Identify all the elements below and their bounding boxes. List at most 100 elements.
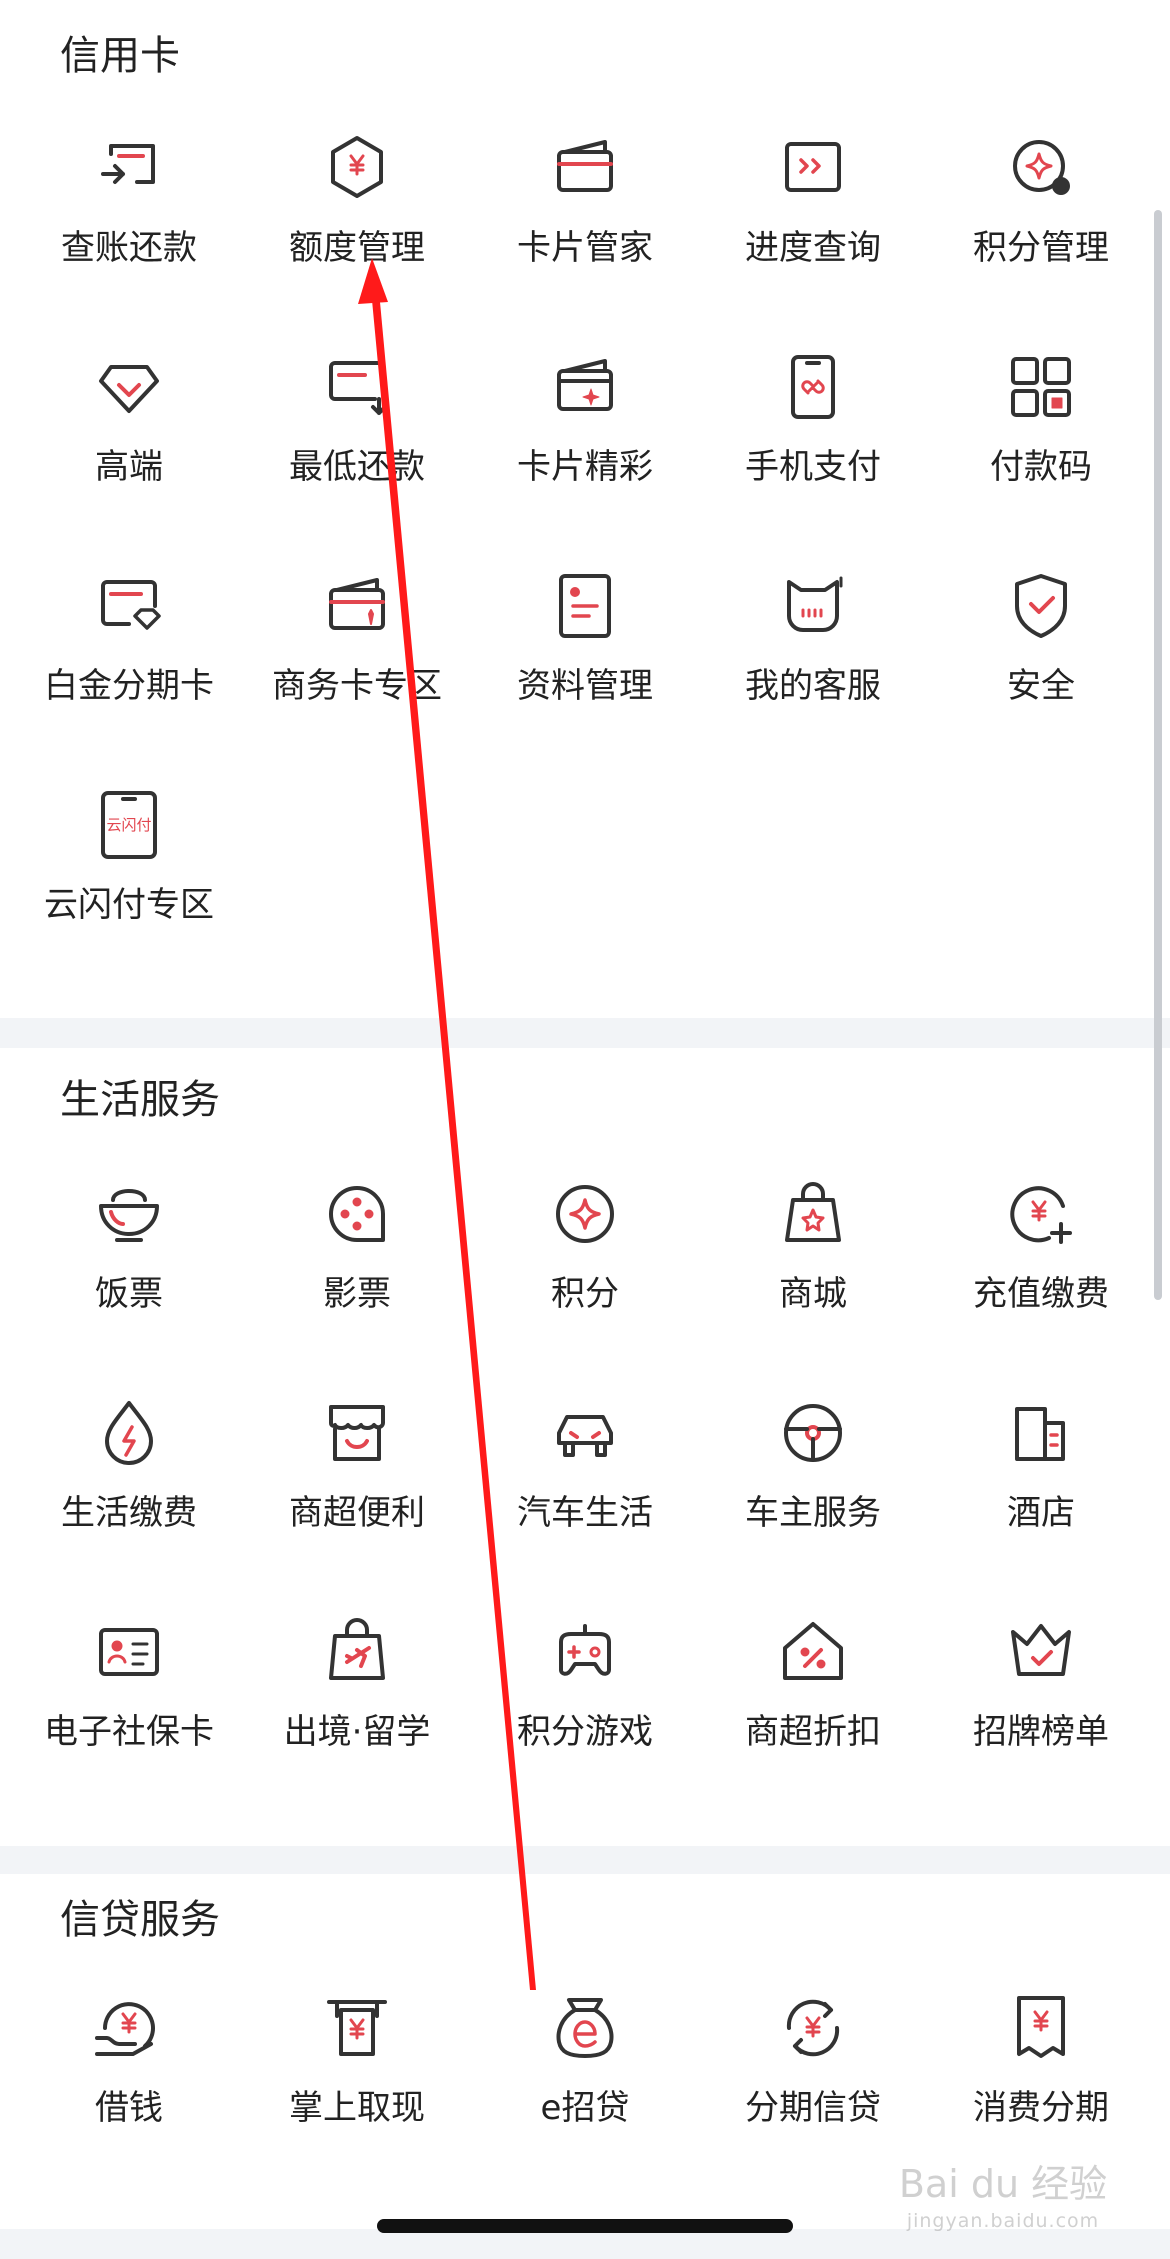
grid-item-mobile-pay[interactable]: 手机支付 bbox=[699, 347, 927, 547]
utility-bill-icon bbox=[89, 1393, 169, 1473]
life-services-section: 生活服务 饭票 影票 积分 商城 充值缴费生活缴费 商超便利 汽车生活 车主服务 酒店电子社保卡… bbox=[0, 1048, 1170, 1846]
payment-code-icon bbox=[1001, 347, 1081, 427]
steering-wheel-icon bbox=[773, 1393, 853, 1473]
grid-item-card-manager[interactable]: 卡片管家 bbox=[471, 128, 699, 328]
grid-item-installment-loan[interactable]: 分期信贷 bbox=[699, 1988, 927, 2188]
social-security-card-icon bbox=[89, 1612, 169, 1692]
points-star-icon bbox=[545, 1174, 625, 1254]
customer-service-icon bbox=[773, 566, 853, 646]
grid-item-bill-repay[interactable]: 查账还款 bbox=[15, 128, 243, 328]
grid-item-credit-limit[interactable]: 额度管理 bbox=[243, 128, 471, 328]
credit-card-section: 信用卡 查账还款 额度管理 卡片管家 进度查询 积分管理高端 最低还款 卡片精彩 手机支付 付款… bbox=[0, 0, 1170, 1018]
grid-item-points-manage[interactable]: 积分管理 bbox=[927, 128, 1155, 328]
grid-item-label: 安全 bbox=[1007, 666, 1075, 706]
grid-item-shopping-bag[interactable]: 商城 bbox=[699, 1174, 927, 1374]
grid-item-steering-wheel[interactable]: 车主服务 bbox=[699, 1393, 927, 1593]
top-up-icon bbox=[1001, 1174, 1081, 1254]
store-icon bbox=[317, 1393, 397, 1473]
grid-item-label: 高端 bbox=[95, 447, 163, 487]
travel-bag-icon bbox=[317, 1612, 397, 1692]
grid-item-label: 车主服务 bbox=[745, 1493, 881, 1533]
grid-item-points-star[interactable]: 积分 bbox=[471, 1174, 699, 1374]
card-highlights-icon bbox=[545, 347, 625, 427]
points-manage-icon bbox=[1001, 128, 1081, 208]
section-title-life-services: 生活服务 bbox=[60, 1077, 220, 1123]
grid-item-gamepad[interactable]: 积分游戏 bbox=[471, 1612, 699, 1812]
grid-item-hotel[interactable]: 酒店 bbox=[927, 1393, 1155, 1593]
grid-item-borrow-money[interactable]: 借钱 bbox=[15, 1988, 243, 2188]
grid-item-label: e招贷 bbox=[540, 2088, 630, 2128]
grid-item-label: 电子社保卡 bbox=[44, 1712, 214, 1752]
business-card-icon bbox=[317, 566, 397, 646]
section-title-credit-card: 信用卡 bbox=[60, 33, 180, 79]
grid-item-min-payment[interactable]: 最低还款 bbox=[243, 347, 471, 547]
consumer-installment-icon bbox=[1001, 1988, 1081, 2068]
grid-item-utility-bill[interactable]: 生活缴费 bbox=[15, 1393, 243, 1593]
grid-item-label: 云闪付专区 bbox=[44, 885, 214, 925]
grid-item-progress-query[interactable]: 进度查询 bbox=[699, 128, 927, 328]
grid-item-meal-bowl[interactable]: 饭票 bbox=[15, 1174, 243, 1374]
film-reel-icon bbox=[317, 1174, 397, 1254]
security-shield-icon bbox=[1001, 566, 1081, 646]
quickpass-icon-text: 云闪付 bbox=[106, 816, 152, 834]
discount-icon bbox=[773, 1612, 853, 1692]
scrollbar[interactable] bbox=[1154, 210, 1162, 1300]
grid-item-business-card[interactable]: 商务卡专区 bbox=[243, 566, 471, 766]
watermark-brand: Bai du 经验 bbox=[898, 2162, 1108, 2206]
grid-item-quickpass[interactable]: 云闪付 云闪付专区 bbox=[15, 785, 243, 985]
grid-item-card-highlights[interactable]: 卡片精彩 bbox=[471, 347, 699, 547]
grid-item-label: 白金分期卡 bbox=[44, 666, 214, 706]
grid-item-travel-bag[interactable]: 出境·留学 bbox=[243, 1612, 471, 1812]
grid-item-crown[interactable]: 招牌榜单 bbox=[927, 1612, 1155, 1812]
grid-item-label: 消费分期 bbox=[973, 2088, 1109, 2128]
grid-item-label: 手机支付 bbox=[745, 447, 881, 487]
grid-item-payment-code[interactable]: 付款码 bbox=[927, 347, 1155, 547]
grid-item-label: 商务卡专区 bbox=[272, 666, 442, 706]
diamond-icon bbox=[89, 347, 169, 427]
grid-item-label: 卡片管家 bbox=[517, 228, 653, 268]
grid-item-label: 充值缴费 bbox=[973, 1274, 1109, 1314]
borrow-money-icon bbox=[89, 1988, 169, 2068]
mobile-pay-icon bbox=[773, 347, 853, 427]
grid-item-label: 出境·留学 bbox=[283, 1712, 431, 1752]
grid-item-label: 分期信贷 bbox=[745, 2088, 881, 2128]
grid-item-label: 最低还款 bbox=[289, 447, 425, 487]
gamepad-icon bbox=[545, 1612, 625, 1692]
grid-item-cash-withdraw[interactable]: 掌上取现 bbox=[243, 1988, 471, 2188]
grid-item-label: 积分管理 bbox=[973, 228, 1109, 268]
grid-item-label: 积分 bbox=[551, 1274, 619, 1314]
grid-item-label: 卡片精彩 bbox=[517, 447, 653, 487]
watermark-url: jingyan.baidu.com bbox=[906, 2210, 1100, 2232]
grid-item-label: 进度查询 bbox=[745, 228, 881, 268]
grid-item-platinum-card[interactable]: 白金分期卡 bbox=[15, 566, 243, 766]
card-manager-icon bbox=[545, 128, 625, 208]
grid-item-label: 商超便利 bbox=[289, 1493, 425, 1533]
grid-item-label: 酒店 bbox=[1007, 1493, 1075, 1533]
grid-item-label: 生活缴费 bbox=[61, 1493, 197, 1533]
grid-item-car[interactable]: 汽车生活 bbox=[471, 1393, 699, 1593]
grid-item-label: 查账还款 bbox=[61, 228, 197, 268]
grid-item-top-up[interactable]: 充值缴费 bbox=[927, 1174, 1155, 1374]
grid-item-customer-service[interactable]: 我的客服 bbox=[699, 566, 927, 766]
grid-item-film-reel[interactable]: 影票 bbox=[243, 1174, 471, 1374]
grid-item-profile-document[interactable]: 资料管理 bbox=[471, 566, 699, 766]
min-payment-icon bbox=[317, 347, 397, 427]
shopping-bag-icon bbox=[773, 1174, 853, 1254]
section-title-credit-services: 信贷服务 bbox=[60, 1897, 220, 1943]
grid-item-money-bag[interactable]: e招贷 bbox=[471, 1988, 699, 2188]
grid-item-label: 汽车生活 bbox=[517, 1493, 653, 1533]
grid-item-label: 付款码 bbox=[990, 447, 1092, 487]
bill-repay-icon bbox=[89, 128, 169, 208]
crown-icon bbox=[1001, 1612, 1081, 1692]
grid-item-discount[interactable]: 商超折扣 bbox=[699, 1612, 927, 1812]
car-icon bbox=[545, 1393, 625, 1473]
grid-item-store[interactable]: 商超便利 bbox=[243, 1393, 471, 1593]
grid-item-label: 商超折扣 bbox=[745, 1712, 881, 1752]
meal-bowl-icon bbox=[89, 1174, 169, 1254]
home-indicator[interactable] bbox=[377, 2219, 793, 2233]
grid-item-security-shield[interactable]: 安全 bbox=[927, 566, 1155, 766]
grid-item-social-security-card[interactable]: 电子社保卡 bbox=[15, 1612, 243, 1812]
grid-item-diamond[interactable]: 高端 bbox=[15, 347, 243, 547]
grid-item-label: 商城 bbox=[779, 1274, 847, 1314]
grid-item-consumer-installment[interactable]: 消费分期 bbox=[927, 1988, 1155, 2188]
